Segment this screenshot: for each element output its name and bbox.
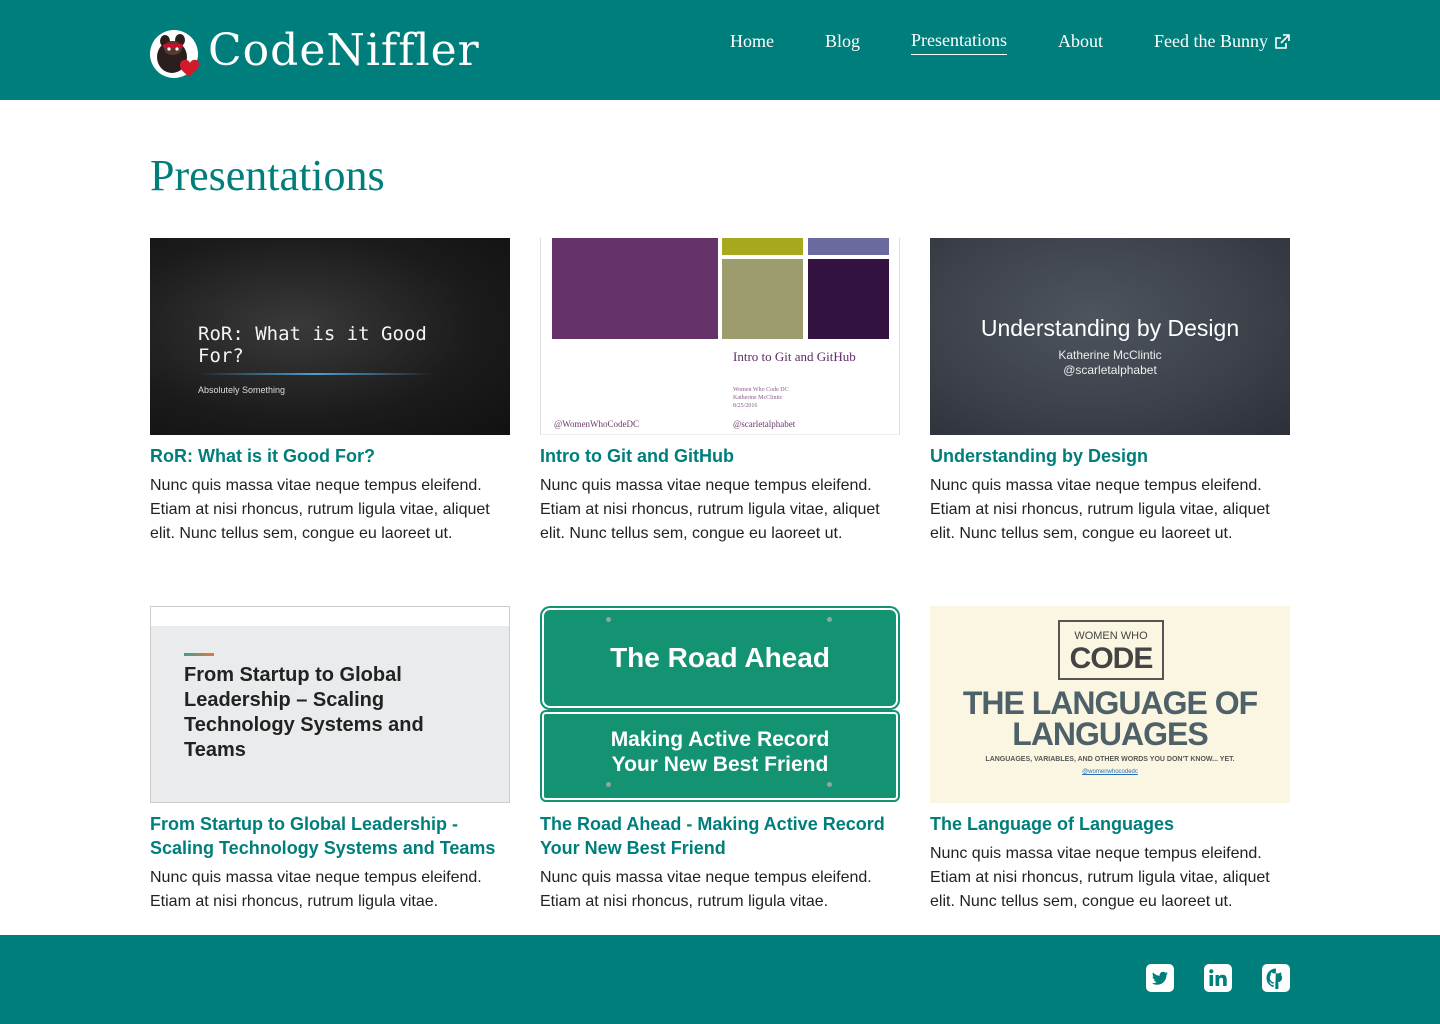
sign-rivet: [606, 617, 611, 622]
presentation-card: The Road Ahead Making Active Record Your…: [540, 606, 900, 914]
thumbnail-subtitle: Absolutely Something: [198, 385, 286, 395]
presentation-title-link[interactable]: The Road Ahead - Making Active Record Yo…: [540, 812, 900, 860]
presentation-description: Nunc quis massa vitae neque tempus eleif…: [540, 477, 880, 542]
site-footer: [0, 935, 1440, 1024]
thumbnail-title: THE LANGUAGE OF LANGUAGES: [962, 685, 1258, 752]
site-logo[interactable]: CodeNiffler: [150, 25, 480, 80]
presentation-card: Understanding by Design Katherine McClin…: [930, 238, 1290, 546]
thumbnail-tagline: LANGUAGES, VARIABLES, AND OTHER WORDS YO…: [985, 756, 1235, 763]
presentation-thumbnail[interactable]: From Startup to Global Leadership – Scal…: [150, 606, 510, 803]
linkedin-icon[interactable]: [1204, 964, 1232, 992]
presentation-description: Nunc quis massa vitae neque tempus eleif…: [930, 477, 1270, 542]
thumbnail-handle-left: @WomenWhoCodeDC: [554, 419, 640, 429]
thumbnail-block: [722, 259, 803, 339]
nav-about-label: About: [1058, 30, 1103, 51]
thumbnail-subtitle: Making Active Record Your New Best Frien…: [610, 728, 830, 776]
thumbnail-meta: Women Who Code DC Katherine McClintic 8/…: [733, 387, 789, 409]
presentation-description: Nunc quis massa vitae neque tempus eleif…: [930, 845, 1270, 910]
sign-rivet: [827, 617, 832, 622]
logo-wordmark: CodeNiffler: [208, 25, 480, 76]
presentation-thumbnail[interactable]: The Road Ahead Making Active Record Your…: [540, 606, 900, 803]
thumbnail-block: [808, 238, 889, 255]
github-icon[interactable]: [1262, 964, 1290, 992]
presentation-title-link[interactable]: From Startup to Global Leadership - Scal…: [150, 812, 510, 860]
nav-about[interactable]: About: [1058, 29, 1103, 55]
main-nav: Home Blog Presentations About Feed the B…: [679, 29, 1290, 55]
sign-rivet: [606, 782, 611, 787]
thumbnail-accent: [184, 653, 214, 656]
thumbnail-title: Understanding by Design: [980, 315, 1240, 341]
thumbnail-block: [808, 259, 889, 339]
presentation-thumbnail[interactable]: WOMEN WHO CODE THE LANGUAGE OF LANGUAGES…: [930, 606, 1290, 803]
presentation-title-link[interactable]: Intro to Git and GitHub: [540, 444, 900, 468]
thumbnail-url: @womenwhocodedc: [1082, 769, 1138, 775]
presentation-card: From Startup to Global Leadership – Scal…: [150, 606, 510, 914]
external-link-icon: [1274, 33, 1290, 49]
wwc-logo-line2: CODE: [1069, 642, 1154, 675]
thumbnail-title: Intro to Git and GitHub: [733, 349, 856, 364]
presentation-thumbnail[interactable]: Understanding by Design Katherine McClin…: [930, 238, 1290, 435]
nav-blog[interactable]: Blog: [825, 29, 860, 55]
thumbnail-block: [552, 238, 718, 339]
presentation-title-link[interactable]: Understanding by Design: [930, 444, 1290, 468]
nav-home[interactable]: Home: [730, 29, 774, 55]
presentation-description: Nunc quis massa vitae neque tempus eleif…: [150, 477, 490, 542]
thumbnail-title: RoR: What is it Good For?: [198, 323, 427, 367]
wwc-logo-box: WOMEN WHO CODE: [1058, 620, 1164, 680]
sign-rivet: [827, 782, 832, 787]
presentation-description: Nunc quis massa vitae neque tempus eleif…: [150, 869, 482, 910]
page-title: Presentations: [150, 151, 385, 200]
nav-feed-the-bunny[interactable]: Feed the Bunny: [1154, 29, 1290, 55]
thumbnail-title: The Road Ahead: [610, 642, 830, 673]
presentation-title-link[interactable]: RoR: What is it Good For?: [150, 444, 510, 468]
presentation-title-link[interactable]: The Language of Languages: [930, 812, 1290, 836]
nav-presentations[interactable]: Presentations: [911, 29, 1007, 55]
thumbnail-block: [722, 238, 803, 255]
presentation-card: RoR: What is it Good For? Absolutely Som…: [150, 238, 510, 546]
presentation-card: WOMEN WHO CODE THE LANGUAGE OF LANGUAGES…: [930, 606, 1290, 914]
thumbnail-title: From Startup to Global Leadership – Scal…: [184, 664, 424, 761]
thumbnail-divider: [198, 373, 434, 375]
wwc-logo-line1: WOMEN WHO: [1074, 630, 1148, 642]
nav-feed-the-bunny-label: Feed the Bunny: [1154, 30, 1268, 51]
presentation-card: Intro to Git and GitHub Women Who Code D…: [540, 238, 900, 546]
thumbnail-subtitle: Katherine McClintic @scarletalphabet: [1058, 348, 1162, 377]
niffler-logo-icon: [150, 29, 200, 79]
presentation-description: Nunc quis massa vitae neque tempus eleif…: [540, 869, 872, 910]
presentation-thumbnail[interactable]: Intro to Git and GitHub Women Who Code D…: [540, 238, 900, 435]
twitter-icon[interactable]: [1146, 964, 1174, 992]
presentation-thumbnail[interactable]: RoR: What is it Good For? Absolutely Som…: [150, 238, 510, 435]
site-header: CodeNiffler Home Blog Presentations Abou…: [0, 0, 1440, 100]
thumbnail-handle-right: @scarletalphabet: [733, 419, 796, 429]
